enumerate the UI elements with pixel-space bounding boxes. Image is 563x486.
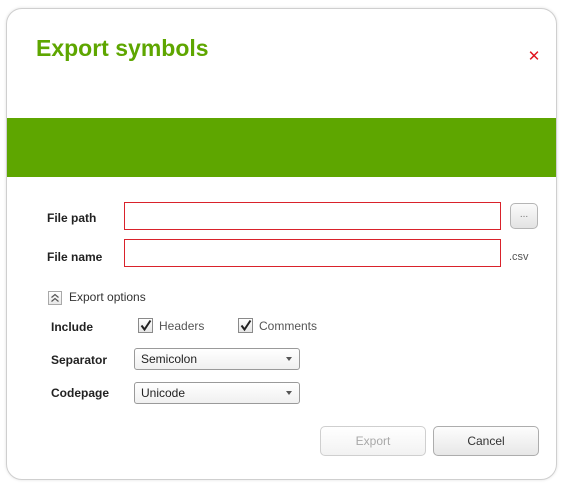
export-symbols-dialog: Export symbols ✕ File path ... File name… bbox=[6, 8, 557, 480]
headers-checkbox[interactable] bbox=[138, 318, 153, 333]
codepage-value: Unicode bbox=[141, 386, 186, 400]
codepage-label: Codepage bbox=[51, 386, 110, 400]
export-options-toggle[interactable]: Export options bbox=[69, 290, 146, 304]
separator-value: Semicolon bbox=[141, 352, 198, 366]
include-label: Include bbox=[51, 320, 94, 334]
collapse-icon[interactable] bbox=[48, 291, 62, 305]
export-button[interactable]: Export bbox=[320, 426, 426, 456]
codepage-select[interactable]: Unicode bbox=[134, 382, 300, 404]
file-name-label: File name bbox=[47, 250, 103, 264]
chevron-down-icon bbox=[286, 357, 292, 361]
separator-select[interactable]: Semicolon bbox=[134, 348, 300, 370]
comments-checkbox[interactable] bbox=[238, 318, 253, 333]
dialog-title: Export symbols bbox=[36, 35, 209, 61]
file-extension: .csv bbox=[509, 251, 529, 263]
separator-label: Separator bbox=[51, 353, 108, 367]
headers-checkbox-label: Headers bbox=[159, 319, 205, 333]
chevron-down-icon bbox=[286, 391, 292, 395]
close-icon[interactable]: ✕ bbox=[526, 49, 542, 65]
file-path-label: File path bbox=[47, 211, 97, 225]
file-path-input[interactable] bbox=[124, 202, 501, 230]
header-band bbox=[7, 118, 556, 177]
browse-button[interactable]: ... bbox=[510, 203, 538, 229]
file-name-input[interactable] bbox=[124, 239, 501, 267]
cancel-button[interactable]: Cancel bbox=[433, 426, 539, 456]
comments-checkbox-label: Comments bbox=[259, 319, 318, 333]
